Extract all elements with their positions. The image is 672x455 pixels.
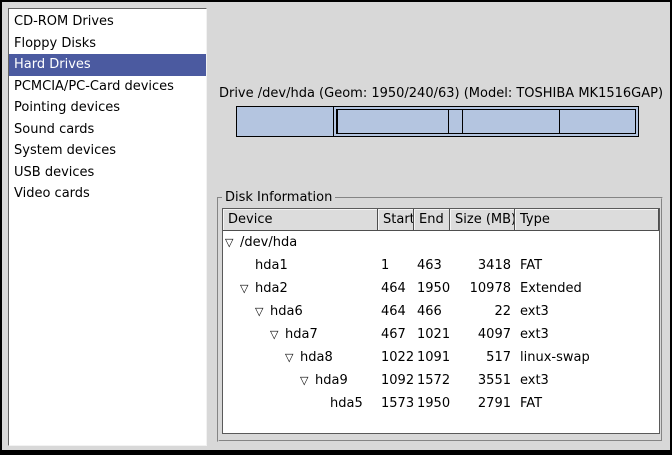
sidebar-item-sound-cards[interactable]: Sound cards	[9, 119, 206, 141]
disk-information-frame: Disk Information DeviceStartEndSize (MB)…	[217, 197, 663, 442]
device-name: hda1	[255, 258, 288, 273]
device-name: hda2	[255, 281, 288, 296]
start-cell: 464	[378, 300, 414, 323]
start-cell: 467	[378, 323, 414, 346]
size-cell: 3418	[450, 254, 515, 277]
sidebar-item-floppy-disks[interactable]: Floppy Disks	[9, 33, 206, 55]
expander-open-icon[interactable]: ▽	[225, 231, 240, 254]
device-name: hda7	[285, 327, 318, 342]
device-cell: ▽hda6	[223, 300, 378, 323]
device-cell: ▽/dev/hda	[223, 231, 378, 254]
device-cell: ▽hda9	[223, 369, 378, 392]
type-cell: linux-swap	[515, 346, 659, 369]
sidebar-item-hard-drives[interactable]: Hard Drives	[9, 54, 206, 76]
expander-open-icon[interactable]: ▽	[255, 300, 270, 323]
column-header-size-mb[interactable]: Size (MB)	[450, 209, 515, 231]
table-row-hda5[interactable]: hda5 157319502791FAT	[223, 392, 659, 415]
device-name: hda6	[270, 304, 303, 319]
start-cell	[378, 231, 414, 254]
table-header-row: DeviceStartEndSize (MB)Type	[223, 209, 659, 231]
disk-information-frame-label: Disk Information	[222, 190, 335, 205]
device-name: hda9	[315, 373, 348, 388]
partition-segment-hda5	[560, 109, 636, 134]
type-cell: ext3	[515, 300, 659, 323]
size-cell: 10978	[450, 277, 515, 300]
table-body: ▽/dev/hdahda114633418FAT▽hda246419501097…	[223, 231, 659, 415]
device-cell: ▽hda8	[223, 346, 378, 369]
table-row-hda6[interactable]: ▽hda646446622ext3	[223, 300, 659, 323]
type-cell	[515, 231, 659, 254]
size-cell: 4097	[450, 323, 515, 346]
expander-open-icon[interactable]: ▽	[270, 323, 285, 346]
size-cell: 517	[450, 346, 515, 369]
start-cell: 1092	[378, 369, 414, 392]
start-cell: 1	[378, 254, 414, 277]
table-row-hda9[interactable]: ▽hda9109215723551ext3	[223, 369, 659, 392]
type-cell: Extended	[515, 277, 659, 300]
start-cell: 464	[378, 277, 414, 300]
device-cell: hda5	[223, 392, 378, 415]
table-row-hda1[interactable]: hda1 14633418FAT	[223, 254, 659, 277]
partition-segment-hda7	[338, 109, 449, 134]
expander-open-icon[interactable]: ▽	[300, 369, 315, 392]
sidebar-item-usb-devices[interactable]: USB devices	[9, 162, 206, 184]
type-cell: FAT	[515, 392, 659, 415]
window-content: CD-ROM DrivesFloppy DisksHard DrivesPCMC…	[2, 2, 670, 450]
sidebar-item-pointing-devices[interactable]: Pointing devices	[9, 97, 206, 119]
start-cell: 1573	[378, 392, 414, 415]
device-cell: hda1	[223, 254, 378, 277]
table-row-hda8[interactable]: ▽hda810221091517linux-swap	[223, 346, 659, 369]
partition-segment-hda8	[449, 109, 463, 134]
end-cell: 1950	[414, 392, 450, 415]
column-header-start[interactable]: Start	[378, 209, 414, 231]
device-cell: ▽hda2	[223, 277, 378, 300]
end-cell: 466	[414, 300, 450, 323]
expander-open-icon[interactable]: ▽	[285, 346, 300, 369]
column-header-device[interactable]: Device	[223, 209, 378, 231]
device-name: /dev/hda	[240, 235, 297, 250]
sidebar-item-video-cards[interactable]: Video cards	[9, 183, 206, 205]
expander-open-icon[interactable]: ▽	[240, 277, 255, 300]
device-name: hda5	[330, 396, 363, 411]
device-category-list[interactable]: CD-ROM DrivesFloppy DisksHard DrivesPCMC…	[8, 8, 207, 446]
drive-title: Drive /dev/hda (Geom: 1950/240/63) (Mode…	[215, 86, 667, 102]
size-cell: 2791	[450, 392, 515, 415]
device-name: hda8	[300, 350, 333, 365]
end-cell: 1091	[414, 346, 450, 369]
end-cell: 463	[414, 254, 450, 277]
partition-segment-hda1	[237, 107, 334, 136]
sidebar-item-pcmcia-pc-card-devices[interactable]: PCMCIA/PC-Card devices	[9, 76, 206, 98]
column-header-end[interactable]: End	[414, 209, 450, 231]
table-row-hda2[interactable]: ▽hda2464195010978Extended	[223, 277, 659, 300]
column-header-type[interactable]: Type	[515, 209, 659, 231]
table-row-dev-hda[interactable]: ▽/dev/hda	[223, 231, 659, 254]
end-cell: 1950	[414, 277, 450, 300]
end-cell	[414, 231, 450, 254]
type-cell: FAT	[515, 254, 659, 277]
hardware-browser-window: CD-ROM DrivesFloppy DisksHard DrivesPCMC…	[0, 0, 672, 455]
sidebar-item-system-devices[interactable]: System devices	[9, 140, 206, 162]
size-cell	[450, 231, 515, 254]
partition-bar	[236, 106, 639, 137]
type-cell: ext3	[515, 323, 659, 346]
start-cell: 1022	[378, 346, 414, 369]
partition-segment-hda9	[463, 109, 560, 134]
size-cell: 22	[450, 300, 515, 323]
device-cell: ▽hda7	[223, 323, 378, 346]
end-cell: 1572	[414, 369, 450, 392]
type-cell: ext3	[515, 369, 659, 392]
disk-information-table: DeviceStartEndSize (MB)Type ▽/dev/hdahda…	[222, 208, 660, 434]
table-row-hda7[interactable]: ▽hda746710214097ext3	[223, 323, 659, 346]
partition-segment-hda2	[334, 107, 638, 136]
end-cell: 1021	[414, 323, 450, 346]
sidebar-item-cd-rom-drives[interactable]: CD-ROM Drives	[9, 11, 206, 33]
size-cell: 3551	[450, 369, 515, 392]
